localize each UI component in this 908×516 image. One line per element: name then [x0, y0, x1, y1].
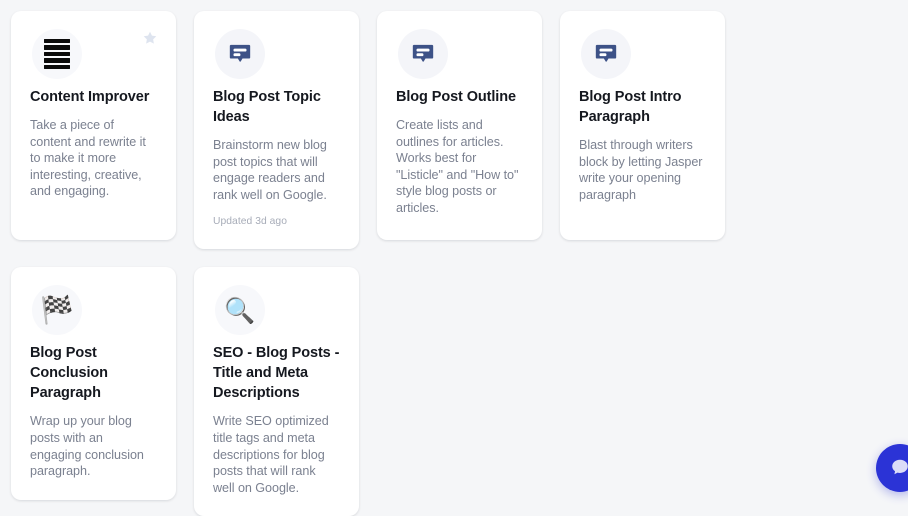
template-card-blog-post-intro-paragraph[interactable]: Blog Post Intro Paragraph Blast through … — [560, 11, 725, 240]
card-icon-container: 🔍 — [215, 285, 265, 336]
card-title: Blog Post Outline — [396, 89, 516, 105]
card-title: SEO - Blog Posts - Title and Meta Descri… — [213, 345, 340, 402]
card-icon-row — [213, 29, 340, 87]
card-title: Blog Post Conclusion Paragraph — [30, 345, 108, 402]
card-description: Wrap up your blog posts with an engaging… — [30, 414, 144, 479]
card-icon-row — [396, 29, 523, 87]
card-icon-row: 🔍 — [213, 285, 340, 343]
template-card-grid: Content Improver Take a piece of content… — [11, 11, 897, 516]
templates-gallery: Content Improver Take a piece of content… — [0, 0, 908, 516]
speech-balloon-icon — [595, 44, 617, 62]
template-card-blog-post-topic-ideas[interactable]: Blog Post Topic Ideas Brainstorm new blo… — [194, 11, 359, 250]
speech-balloon-icon — [412, 44, 434, 62]
card-updated-meta: Updated 3d ago — [213, 216, 287, 228]
chat-bubble-icon — [892, 459, 908, 475]
black-bars-icon — [44, 39, 70, 69]
card-title: Content Improver — [30, 89, 150, 105]
speech-balloon-icon — [229, 44, 251, 62]
card-icon-container — [581, 29, 631, 79]
template-card-content-improver[interactable]: Content Improver Take a piece of content… — [11, 11, 176, 240]
card-description: Brainstorm new blog post topics that wil… — [213, 138, 327, 202]
card-description: Take a piece of content and rewrite it t… — [30, 118, 146, 199]
card-description: Write SEO optimized title tags and meta … — [213, 414, 329, 495]
card-description: Blast through writers block by letting J… — [579, 138, 703, 202]
card-icon-container — [398, 29, 448, 79]
template-card-blog-post-outline[interactable]: Blog Post Outline Create lists and outli… — [377, 11, 542, 240]
card-icon-row: 🏁 — [30, 285, 157, 343]
card-description: Create lists and outlines for articles. … — [396, 118, 519, 215]
magnifying-glass-icon: 🔍 — [224, 295, 256, 325]
card-icon-container — [32, 29, 82, 79]
template-card-blog-post-conclusion-paragraph[interactable]: 🏁 Blog Post Conclusion Paragraph Wrap up… — [11, 267, 176, 500]
template-card-seo-blog-posts-title-and-meta-descriptions[interactable]: 🔍 SEO - Blog Posts - Title and Meta Desc… — [194, 267, 359, 516]
favorite-star-button[interactable] — [141, 29, 159, 47]
card-title: Blog Post Topic Ideas — [213, 89, 321, 125]
card-icon-row — [30, 29, 157, 87]
card-icon-container: 🏁 — [32, 285, 82, 336]
card-icon-container — [215, 29, 265, 79]
star-icon — [143, 31, 157, 44]
card-title: Blog Post Intro Paragraph — [579, 89, 682, 125]
card-icon-row — [579, 29, 706, 87]
chequered-flag-icon: 🏁 — [40, 294, 74, 326]
